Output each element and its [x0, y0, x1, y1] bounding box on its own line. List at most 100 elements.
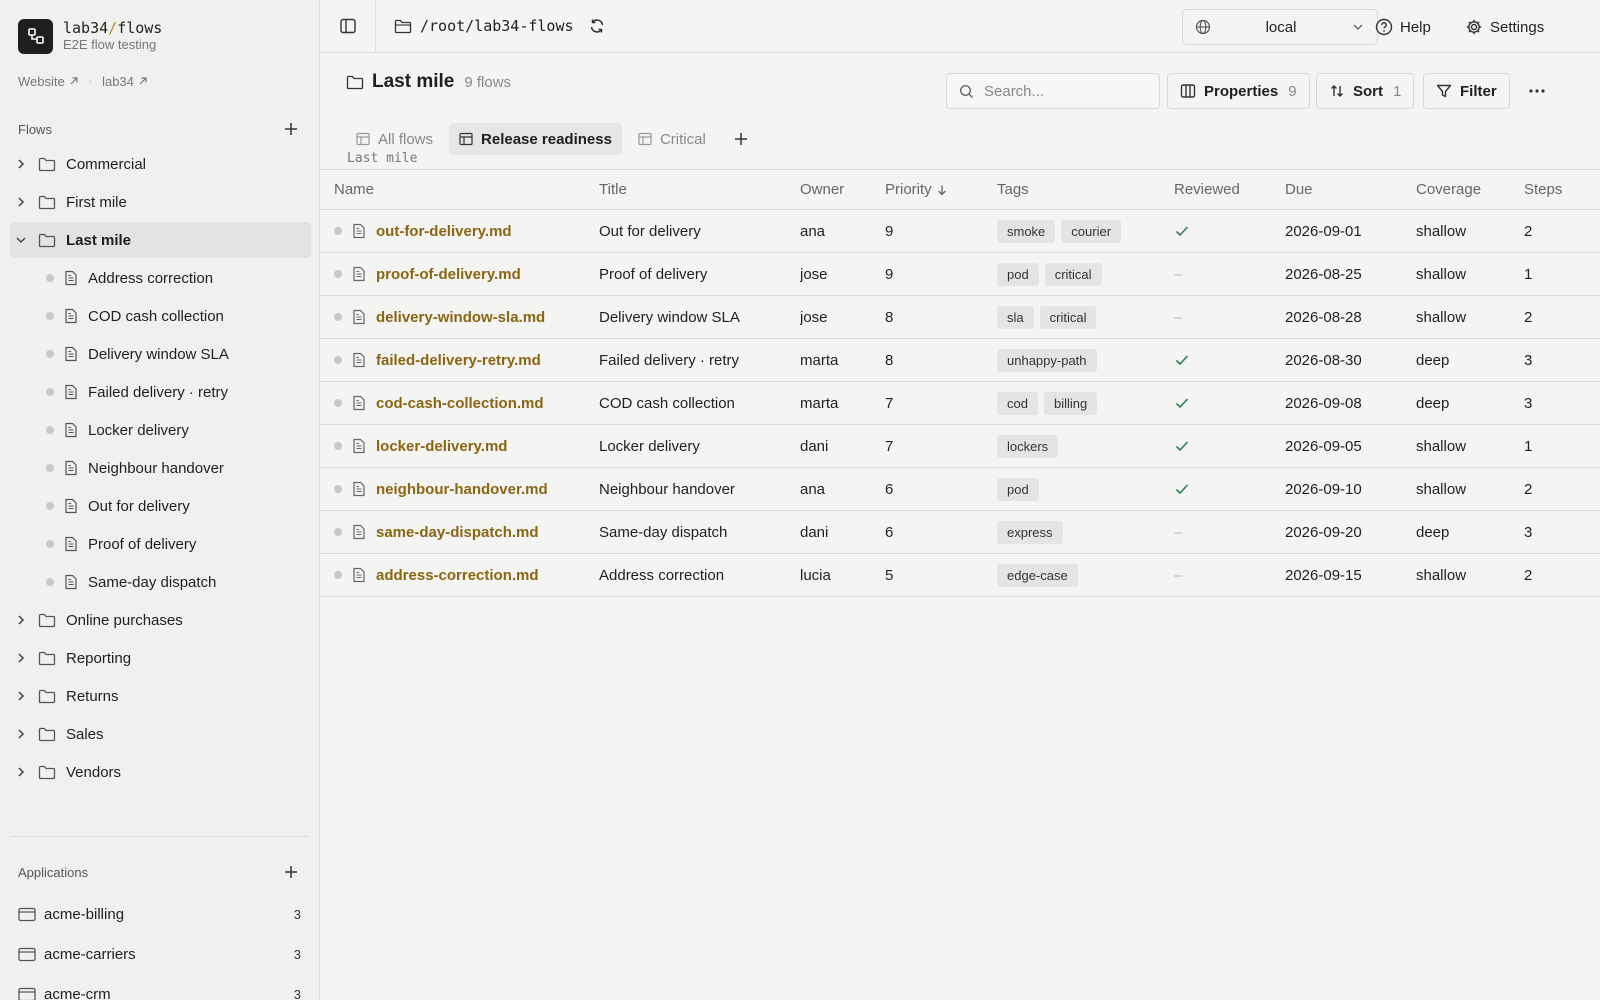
cell-tags: sla critical — [997, 295, 1174, 339]
link-separator: · — [88, 75, 93, 87]
file-item[interactable]: Neighbour handover — [24, 450, 311, 486]
flow-file-link[interactable]: delivery-window-sla.md — [376, 309, 545, 326]
column-header-steps[interactable]: Steps — [1524, 169, 1600, 210]
table-icon — [638, 132, 652, 146]
folder-label: Returns — [66, 687, 119, 705]
file-item[interactable]: Failed delivery · retry — [24, 374, 311, 410]
column-header-reviewed[interactable]: Reviewed — [1174, 169, 1285, 210]
properties-button[interactable]: Properties 9 — [1167, 73, 1310, 109]
tag-badge: critical — [1044, 262, 1102, 286]
flow-file-link[interactable]: cod-cash-collection.md — [376, 395, 544, 412]
cell-title: Proof of delivery — [599, 252, 800, 296]
folder-item[interactable]: Sales — [10, 716, 311, 752]
column-header-tags[interactable]: Tags — [997, 169, 1174, 210]
application-item[interactable]: acme-crm 3 — [0, 974, 319, 1000]
column-header-coverage[interactable]: Coverage — [1416, 169, 1524, 210]
file-item[interactable]: Delivery window SLA — [24, 336, 311, 372]
cell-owner: jose — [800, 252, 885, 296]
settings-button[interactable]: Settings — [1465, 12, 1544, 42]
help-button[interactable]: Help — [1375, 12, 1431, 42]
column-header-owner[interactable]: Owner — [800, 169, 885, 210]
empty-marker: – — [1174, 523, 1183, 541]
table-row[interactable]: delivery-window-sla.md Delivery window SL… — [320, 295, 1600, 339]
tag-badge: cod — [997, 391, 1038, 415]
folder-item[interactable]: Online purchases — [10, 602, 311, 638]
cell-owner: lucia — [800, 553, 885, 597]
cell-steps: 2 — [1524, 209, 1600, 253]
tag-badge: edge-case — [997, 563, 1078, 587]
cell-priority: 9 — [885, 209, 997, 253]
flow-file-link[interactable]: out-for-delivery.md — [376, 223, 512, 240]
folder-item[interactable]: Returns — [10, 678, 311, 714]
settings-label: Settings — [1490, 18, 1545, 36]
website-link[interactable]: Website — [18, 74, 79, 89]
status-dot — [46, 464, 54, 472]
column-header-title[interactable]: Title — [599, 169, 800, 210]
add-flow-icon[interactable] — [281, 119, 301, 139]
table-row[interactable]: out-for-delivery.md Out for delivery ana 9 s… — [320, 209, 1600, 253]
table-row[interactable]: neighbour-handover.md Neighbour handover a… — [320, 467, 1600, 511]
sort-label: Sort — [1353, 82, 1383, 100]
search-input[interactable] — [984, 82, 1144, 100]
add-view-icon[interactable] — [728, 123, 754, 155]
tag-badge: pod — [997, 477, 1039, 501]
file-item[interactable]: Locker delivery — [24, 412, 311, 448]
tag-badge: lockers — [997, 434, 1059, 458]
environment-value: local — [1265, 18, 1297, 36]
flow-file-link[interactable]: failed-delivery-retry.md — [376, 352, 541, 369]
table-row[interactable]: address-correction.md Address correction l… — [320, 553, 1600, 597]
file-item[interactable]: COD cash collection — [24, 298, 311, 334]
folder-label: Online purchases — [66, 611, 183, 629]
flow-file-link[interactable]: address-correction.md — [376, 567, 539, 584]
folder-item[interactable]: Reporting — [10, 640, 311, 676]
flow-file-link[interactable]: locker-delivery.md — [376, 438, 507, 455]
lab34-link[interactable]: lab34 — [102, 74, 148, 89]
chevron-right-icon — [18, 615, 25, 625]
filter-button[interactable]: Filter — [1423, 73, 1510, 109]
check-icon — [1175, 355, 1189, 366]
table-row[interactable]: locker-delivery.md Locker delivery dani 7 lo… — [320, 424, 1600, 468]
folder-last-mile[interactable]: Last mile — [10, 222, 311, 258]
tab-all-flows[interactable]: All flows — [346, 123, 443, 155]
cell-tags: smoke courier — [997, 209, 1174, 253]
file-item[interactable]: Address correction — [24, 260, 311, 296]
cell-due: 2026-08-28 — [1285, 295, 1416, 339]
cell-due: 2026-09-01 — [1285, 209, 1416, 253]
file-item[interactable]: Same-day dispatch — [24, 564, 311, 600]
tab-critical[interactable]: Critical — [628, 123, 716, 155]
column-header-name[interactable]: Name — [320, 169, 599, 210]
file-item[interactable]: Out for delivery — [24, 488, 311, 524]
sort-button[interactable]: Sort 1 — [1316, 73, 1415, 109]
column-header-due[interactable]: Due — [1285, 169, 1416, 210]
application-item[interactable]: acme-billing 3 — [0, 894, 319, 934]
folder-first-mile[interactable]: First mile — [10, 184, 311, 220]
add-application-icon[interactable] — [281, 862, 301, 882]
flow-file-link[interactable]: same-day-dispatch.md — [376, 524, 539, 541]
table-row[interactable]: failed-delivery-retry.md Failed delivery … — [320, 338, 1600, 382]
more-options-icon[interactable] — [1522, 79, 1552, 103]
table-row[interactable]: cod-cash-collection.md COD cash collectio… — [320, 381, 1600, 425]
chevron-right-icon — [18, 729, 25, 739]
file-item[interactable]: Proof of delivery — [24, 526, 311, 562]
cell-reviewed: – — [1174, 295, 1285, 339]
folder-item[interactable]: Vendors — [10, 754, 311, 790]
application-list: acme-billing 3 acme-carriers 3 acme-crm 3 — [0, 894, 319, 1000]
column-header-priority[interactable]: Priority — [885, 169, 997, 210]
column-label: Priority — [885, 181, 932, 198]
tab-release-readiness[interactable]: Release readiness — [449, 123, 622, 155]
check-icon — [1175, 441, 1189, 452]
folder-commercial[interactable]: Commercial — [10, 146, 311, 182]
cell-coverage: shallow — [1416, 467, 1524, 511]
table-row[interactable]: proof-of-delivery.md Proof of delivery jos… — [320, 252, 1600, 296]
flow-file-link[interactable]: neighbour-handover.md — [376, 481, 548, 498]
flow-file-link[interactable]: proof-of-delivery.md — [376, 266, 521, 283]
application-item[interactable]: acme-carriers 3 — [0, 934, 319, 974]
search-box — [946, 73, 1160, 109]
brand-logo-icon[interactable] — [18, 18, 53, 54]
sidebar-toggle-icon[interactable] — [320, 0, 376, 53]
columns-icon — [1180, 84, 1196, 98]
file-icon — [65, 536, 77, 552]
table-row[interactable]: same-day-dispatch.md Same-day dispatch dan… — [320, 510, 1600, 554]
refresh-icon[interactable] — [588, 17, 606, 35]
environment-select[interactable]: local — [1182, 9, 1378, 45]
